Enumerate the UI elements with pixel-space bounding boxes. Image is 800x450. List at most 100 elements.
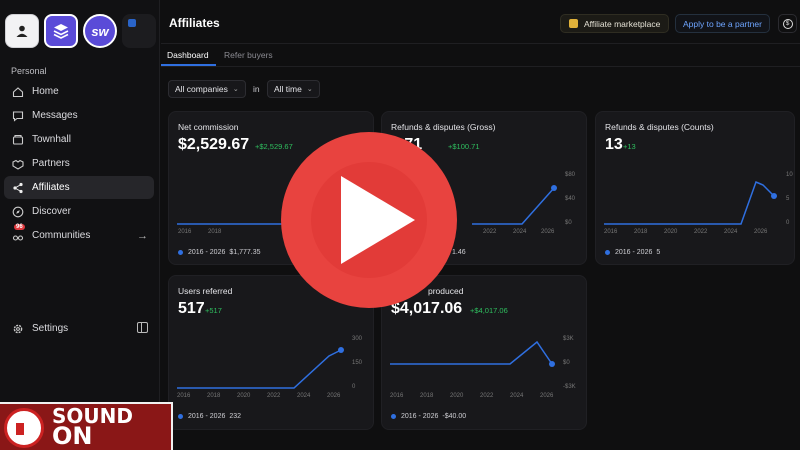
- sound-on-badge[interactable]: SOUND ON: [0, 402, 173, 450]
- legend-range: 2016 - 2026: [401, 413, 439, 420]
- y-tick: $0: [563, 360, 570, 366]
- card-legend: 2016 - 2026 5: [605, 249, 660, 256]
- sidebar-item-label: Messages: [32, 110, 78, 121]
- x-tick: 2024: [297, 393, 311, 399]
- x-tick: 2024: [724, 229, 738, 235]
- home-icon: [12, 86, 24, 97]
- x-tick: 2022: [694, 229, 708, 235]
- active-tab-indicator: [161, 64, 216, 66]
- user-icon: [16, 25, 28, 37]
- y-tick: 0: [786, 220, 790, 226]
- x-tick: 2022: [480, 393, 494, 399]
- card-delta: +517: [205, 306, 222, 315]
- card-value: $2,529.67: [178, 136, 250, 153]
- y-tick: $0: [565, 220, 572, 226]
- sidebar-item-home[interactable]: Home: [4, 80, 154, 103]
- sidebar-item-discover[interactable]: Discover: [4, 200, 154, 223]
- legend-dot: [178, 414, 183, 419]
- stack-app-tile[interactable]: [44, 14, 78, 48]
- community-app-tile[interactable]: [122, 14, 156, 48]
- sidebar-item-label: Partners: [32, 158, 70, 169]
- legend-range: 2016 - 2026: [188, 249, 226, 256]
- refunds-counts-card: Refunds & disputes (Counts) 13 +13 10 5 …: [595, 111, 795, 265]
- sidebar-item-communities[interactable]: 96 Communities →: [4, 224, 154, 247]
- x-tick: 2016: [390, 393, 404, 399]
- card-title: Refunds & disputes (Counts): [605, 122, 714, 132]
- card-title: Refunds & disputes (Gross): [391, 122, 496, 132]
- share-icon: [13, 182, 23, 193]
- sidebar-item-label: Discover: [32, 206, 71, 217]
- messages-icon: [12, 110, 24, 122]
- company-select[interactable]: All companies ⌄: [168, 80, 246, 98]
- tab-refer-buyers[interactable]: Refer buyers: [224, 50, 273, 60]
- time-range-select[interactable]: All time ⌄: [267, 80, 320, 98]
- communities-icon: [12, 234, 24, 241]
- x-tick: 2018: [208, 229, 222, 235]
- refunds-counts-chart: [604, 180, 777, 225]
- notification-badge: 96: [14, 224, 25, 230]
- y-tick: 150: [352, 360, 363, 366]
- legend-range: 2016 - 2026: [615, 249, 653, 256]
- sidebar-item-townhall[interactable]: Townhall: [4, 128, 154, 151]
- card-delta: +13: [623, 142, 636, 151]
- tab-dashboard[interactable]: Dashboard: [167, 50, 209, 60]
- collapse-sidebar-icon[interactable]: [137, 322, 148, 333]
- y-tick: 10: [786, 172, 793, 178]
- affiliate-marketplace-button[interactable]: Affiliate marketplace: [560, 14, 670, 33]
- sw-app-tile[interactable]: sw: [83, 14, 117, 48]
- series-end-point: [551, 185, 557, 191]
- layers-icon: [53, 24, 69, 39]
- series-line: [472, 187, 555, 225]
- payouts-button[interactable]: $: [778, 14, 797, 33]
- sidebar-nav: Home Messages Townhall Partners Affiliat…: [4, 80, 154, 248]
- card-delta: +$4,017.06: [470, 306, 508, 315]
- sidebar: sw Personal Home Messages Townhall Partn…: [0, 0, 160, 450]
- card-legend: 2016 - 2026 -$40.00: [391, 413, 466, 420]
- townhall-icon: [12, 134, 24, 145]
- sidebar-item-label: Affiliates: [32, 182, 70, 193]
- speaker-body: [16, 423, 24, 435]
- compass-icon: [12, 206, 24, 217]
- gear-icon: [13, 324, 23, 333]
- video-play-button[interactable]: [281, 132, 457, 308]
- x-tick: 2020: [237, 393, 251, 399]
- card-legend: 2016 - 2026 $1,777.35: [178, 249, 261, 256]
- card-title: Users referred: [178, 286, 233, 296]
- sidebar-item-messages[interactable]: Messages: [4, 104, 154, 127]
- card-title: Net commission: [178, 122, 239, 132]
- y-tick: $80: [565, 172, 576, 178]
- legend-value: 5: [656, 249, 661, 256]
- x-tick: 2026: [540, 393, 554, 399]
- page-title: Affiliates: [169, 16, 220, 30]
- sidebar-item-partners[interactable]: Partners: [4, 152, 154, 175]
- legend-range: 2016 - 2026: [188, 413, 226, 420]
- trophy-icon: [569, 19, 578, 28]
- sidebar-item-settings[interactable]: Settings: [4, 317, 154, 340]
- series-line: [390, 340, 553, 365]
- apply-partner-button[interactable]: Apply to be a partner: [675, 14, 770, 33]
- chevron-down-icon: ⌄: [232, 86, 239, 93]
- section-label: Personal: [11, 66, 47, 76]
- legend-value: -$40.00: [442, 413, 467, 420]
- x-tick: 2020: [664, 229, 678, 235]
- x-tick: 2026: [541, 229, 555, 235]
- x-tick: 2018: [420, 393, 434, 399]
- time-range-value: All time: [274, 84, 302, 94]
- filter-in-label: in: [253, 84, 260, 94]
- handshake-icon: [12, 159, 24, 170]
- series-end-point: [771, 193, 777, 199]
- x-tick: 2024: [513, 229, 527, 235]
- x-tick: 2026: [327, 393, 341, 399]
- series-line: [604, 180, 775, 225]
- card-legend: 2016 - 2026 232: [178, 413, 241, 420]
- series-line: [177, 349, 342, 389]
- legend-value: 232: [229, 413, 242, 420]
- legend-dot: [178, 250, 183, 255]
- profile-app-tile[interactable]: [5, 14, 39, 48]
- tab-bar: Dashboard Refer buyers: [161, 44, 800, 67]
- sidebar-item-affiliates[interactable]: Affiliates: [4, 176, 154, 199]
- arrow-right-icon: →: [137, 229, 148, 242]
- series-end-point: [549, 361, 555, 367]
- x-tick: 2022: [267, 393, 281, 399]
- settings-row: Settings: [4, 317, 154, 341]
